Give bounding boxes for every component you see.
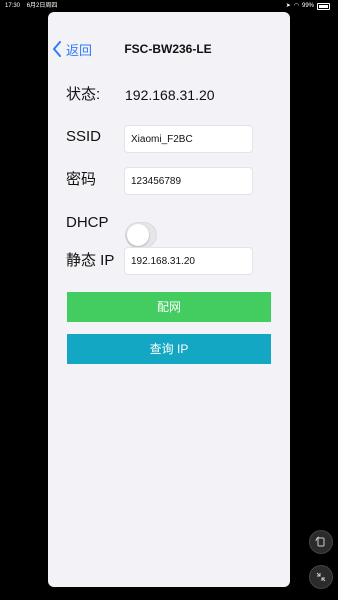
page-title: FSC-BW236-LE: [124, 42, 212, 56]
back-button[interactable]: 返回: [52, 40, 92, 58]
rotate-icon: [315, 536, 325, 547]
ssid-label: SSID: [66, 128, 102, 145]
dhcp-toggle[interactable]: [125, 222, 157, 248]
status-bar: 17:30 6月2日周四 ➤ ◠ 99%: [0, 0, 338, 12]
rotate-button[interactable]: [309, 530, 333, 554]
back-label: 返回: [66, 42, 93, 58]
toggle-knob: [127, 224, 149, 246]
chevron-left-icon: [53, 41, 61, 57]
ssid-input[interactable]: [124, 125, 253, 153]
query-ip-button[interactable]: 查询 IP: [67, 334, 271, 364]
battery-icon: [317, 2, 330, 10]
collapse-button[interactable]: [309, 565, 333, 589]
password-input[interactable]: [124, 167, 253, 195]
dhcp-label: DHCP: [66, 214, 109, 231]
battery-percent: 99%: [301, 3, 314, 9]
location-icon: ➤: [285, 3, 291, 9]
status-date: 6月2日周四: [26, 3, 58, 9]
configure-network-button[interactable]: 配网: [67, 292, 271, 322]
status-label: 状态:: [66, 86, 101, 103]
status-value: 192.168.31.20: [125, 87, 215, 103]
app-sheet: 返回 FSC-BW236-LE 状态: 192.168.31.20 SSID 密…: [48, 12, 290, 587]
password-label: 密码: [66, 171, 97, 188]
static-ip-input[interactable]: [124, 247, 253, 275]
static-ip-label: 静态 IP: [66, 252, 115, 269]
status-time: 17:30: [5, 3, 21, 9]
collapse-arrows-icon: [316, 572, 326, 582]
wifi-icon: ◠: [293, 3, 299, 9]
